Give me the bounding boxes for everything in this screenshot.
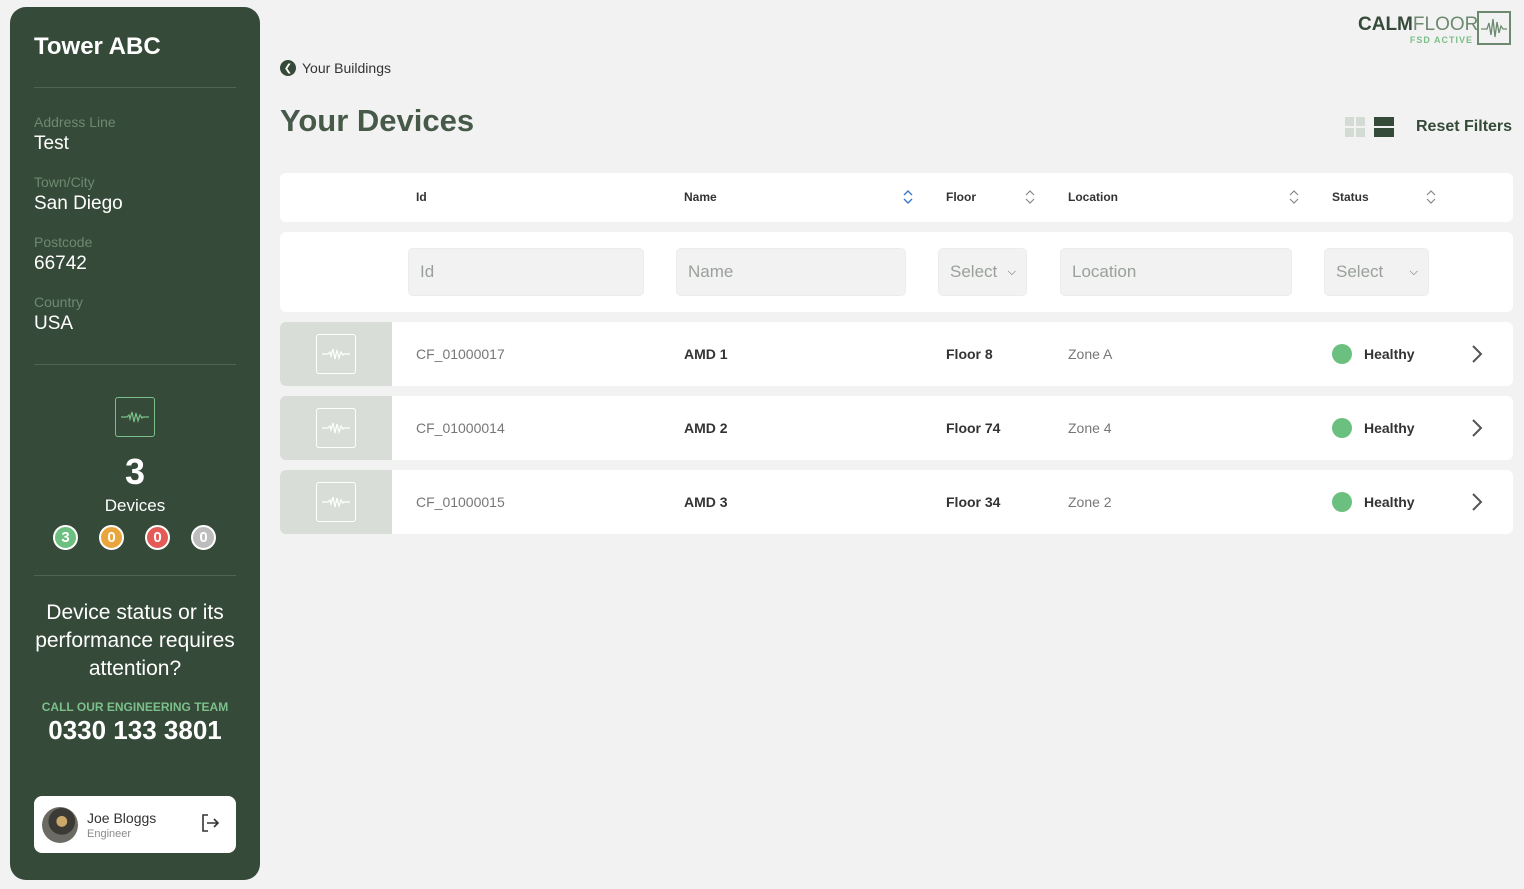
list-view-icon[interactable]: [1374, 117, 1394, 137]
chevron-down-icon: ⌵: [1409, 265, 1418, 278]
calmfloor-logo: CALMFLOOR FSD ACTIVE: [1358, 11, 1513, 47]
user-card: Joe Bloggs Engineer: [34, 796, 236, 853]
logo-waveform-icon: [1477, 11, 1511, 45]
status-filter-select[interactable]: Select ⌵: [1324, 248, 1429, 296]
device-status: Healthy: [1364, 420, 1415, 436]
sort-location-icon[interactable]: [1289, 189, 1299, 205]
waveform-icon: [316, 408, 356, 448]
city-label: Town/City: [34, 174, 95, 190]
sidebar-divider: [34, 364, 236, 365]
table-row[interactable]: CF_01000014 AMD 2 Floor 74 Zone 4 Health…: [280, 396, 1513, 460]
city-value: San Diego: [34, 193, 123, 214]
device-name: AMD 3: [684, 494, 728, 510]
logo-subtitle: FSD ACTIVE: [1409, 35, 1473, 45]
device-floor: Floor 34: [946, 494, 1001, 510]
page-title: Your Devices: [280, 103, 475, 138]
device-count: 3: [124, 451, 146, 492]
address-label: Address Line: [34, 114, 116, 130]
id-filter-input[interactable]: Id: [408, 248, 644, 296]
header-location[interactable]: Location: [1068, 190, 1118, 204]
status-dot: [1332, 418, 1352, 438]
table-header: Id Name Floor Location Status: [280, 173, 1513, 222]
city-field: Town/City San Diego: [34, 174, 123, 215]
warning-count-badge: 0: [99, 525, 124, 550]
user-name: Joe Bloggs: [87, 810, 157, 826]
floor-filter-select[interactable]: Select ⌵: [938, 248, 1027, 296]
table-row[interactable]: CF_01000017 AMD 1 Floor 8 Zone A Healthy: [280, 322, 1513, 386]
postcode-label: Postcode: [34, 234, 93, 250]
name-filter-input[interactable]: Name: [676, 248, 906, 296]
status-select-value: Select: [1336, 262, 1384, 281]
offline-count-badge: 0: [191, 525, 216, 550]
status-dot: [1332, 344, 1352, 364]
waveform-icon: [316, 482, 356, 522]
table-row[interactable]: CF_01000015 AMD 3 Floor 34 Zone 2 Health…: [280, 470, 1513, 534]
device-status: Healthy: [1364, 494, 1415, 510]
user-role: Engineer: [87, 828, 132, 840]
device-status: Healthy: [1364, 346, 1415, 362]
address-value: Test: [34, 133, 69, 154]
filter-row: Id Name Select ⌵ Location Select ⌵: [280, 232, 1513, 312]
device-thumbnail: [280, 470, 392, 534]
header-floor[interactable]: Floor: [946, 190, 976, 204]
country-value: USA: [34, 313, 74, 334]
country-field: Country USA: [34, 294, 83, 335]
avatar: [42, 807, 78, 843]
device-id: CF_01000014: [416, 420, 505, 436]
floor-select-value: Select: [950, 262, 998, 281]
location-filter-input[interactable]: Location: [1060, 248, 1292, 296]
header-name[interactable]: Name: [684, 190, 717, 204]
postcode-value: 66742: [34, 253, 87, 274]
sidebar-divider: [34, 575, 236, 576]
country-label: Country: [34, 294, 84, 310]
waveform-icon: [115, 397, 155, 437]
logo-wordmark: CALMFLOOR: [1358, 14, 1478, 36]
status-dot: [1332, 492, 1352, 512]
logo-calm: CALM: [1358, 14, 1413, 35]
header-status[interactable]: Status: [1332, 190, 1369, 204]
logout-icon[interactable]: [199, 812, 221, 834]
call-label: CALL OUR ENGINEERING TEAM: [41, 700, 229, 714]
header-id: Id: [416, 190, 427, 204]
reset-filters-button[interactable]: Reset Filters: [1416, 118, 1512, 136]
support-phone[interactable]: 0330 133 3801: [10, 715, 260, 746]
device-name: AMD 2: [684, 420, 728, 436]
device-count-label: Devices: [104, 496, 166, 515]
building-name: Tower ABC: [34, 33, 161, 60]
address-field: Address Line Test: [34, 114, 116, 155]
device-location: Zone 2: [1068, 494, 1112, 510]
chevron-right-icon[interactable]: [1470, 417, 1484, 439]
device-id: CF_01000015: [416, 494, 505, 510]
device-thumbnail: [280, 396, 392, 460]
chevron-down-icon: ⌵: [1007, 265, 1016, 278]
sort-status-icon[interactable]: [1426, 189, 1436, 205]
sort-name-icon[interactable]: [903, 189, 913, 205]
chevron-right-icon[interactable]: [1470, 343, 1484, 365]
back-to-buildings-link[interactable]: ❮ Your Buildings: [280, 60, 391, 76]
sort-floor-icon[interactable]: [1025, 189, 1035, 205]
device-floor: Floor 74: [946, 420, 1001, 436]
critical-count-badge: 0: [145, 525, 170, 550]
device-floor: Floor 8: [946, 346, 993, 362]
chevron-left-icon: ❮: [280, 60, 296, 76]
status-badges: 3 0 0 0: [53, 525, 216, 550]
device-thumbnail: [280, 322, 392, 386]
logo-floor: FLOOR: [1412, 14, 1479, 35]
back-label: Your Buildings: [302, 60, 391, 76]
sidebar: Tower ABC Address Line Test Town/City Sa…: [10, 7, 260, 880]
healthy-count-badge: 3: [53, 525, 78, 550]
grid-view-icon[interactable]: [1345, 117, 1365, 137]
chevron-right-icon[interactable]: [1470, 491, 1484, 513]
waveform-icon: [316, 334, 356, 374]
device-location: Zone 4: [1068, 420, 1112, 436]
attention-message: Device status or its performance require…: [35, 601, 235, 680]
device-id: CF_01000017: [416, 346, 505, 362]
device-location: Zone A: [1068, 346, 1113, 362]
sidebar-divider: [34, 87, 236, 88]
postcode-field: Postcode 66742: [34, 234, 92, 275]
device-name: AMD 1: [684, 346, 728, 362]
